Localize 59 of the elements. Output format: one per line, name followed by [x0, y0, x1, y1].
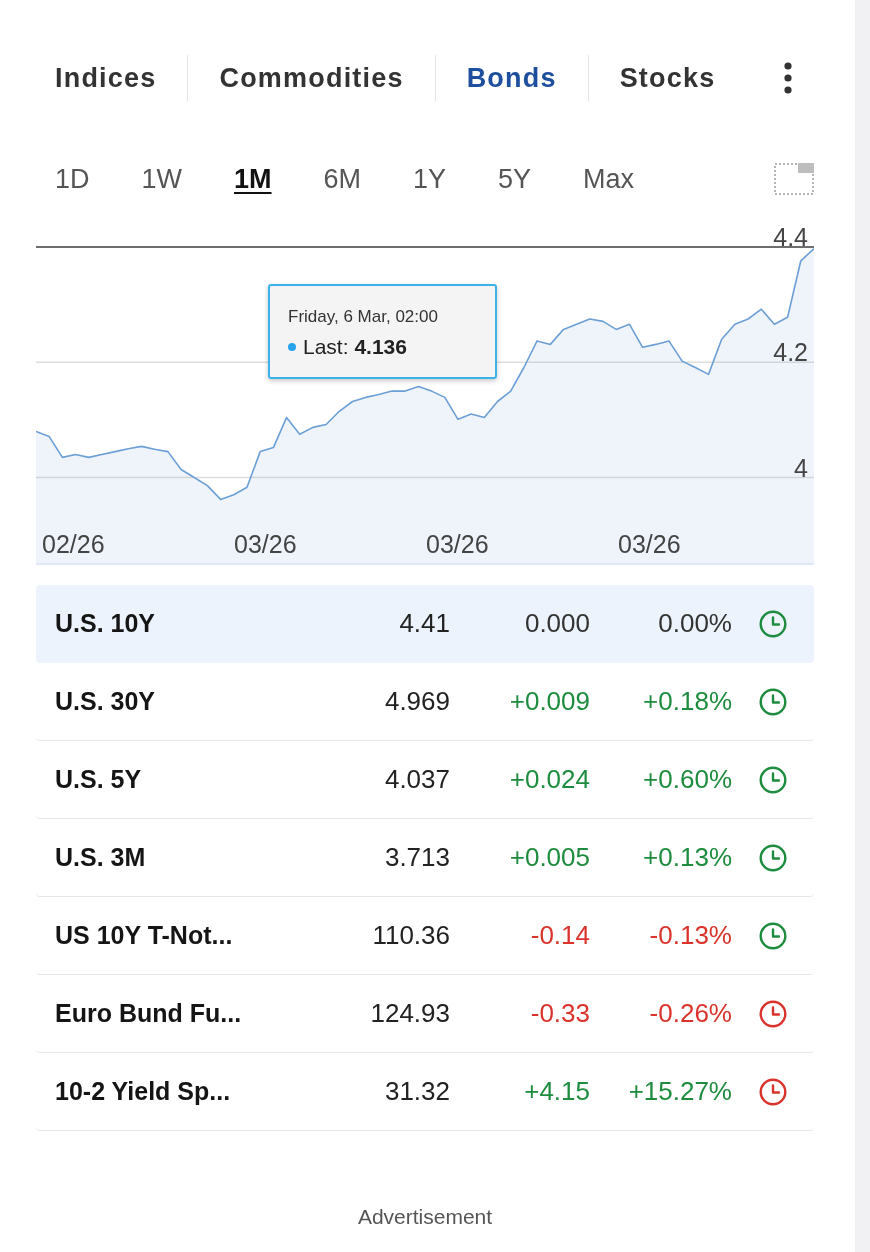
- category-tab[interactable]: Bonds: [466, 61, 557, 95]
- price-change: +0.005: [509, 842, 590, 873]
- category-tab[interactable]: Commodities: [219, 61, 404, 95]
- instrument-name: Euro Bund Fu...: [55, 999, 242, 1028]
- bond-row[interactable]: U.S. 5Y 4.037 +0.024 +0.60%: [36, 741, 814, 819]
- period-tab[interactable]: 1D: [55, 162, 90, 196]
- advertisement-label: Advertisement: [357, 1205, 493, 1228]
- instrument-name: U.S. 10Y: [55, 609, 156, 638]
- x-axis-label: 03/26: [234, 530, 297, 558]
- bond-row[interactable]: 10-2 Yield Sp... 31.32 +4.15 +15.27%: [36, 1053, 814, 1131]
- period-tab[interactable]: 1W: [141, 162, 182, 196]
- y-axis-label: 4.4: [773, 228, 808, 251]
- last-price: 110.36: [372, 920, 450, 951]
- category-tab[interactable]: Stocks: [619, 61, 716, 95]
- instrument-name: 10-2 Yield Sp...: [55, 1077, 231, 1106]
- price-change: -0.14: [530, 920, 590, 951]
- bond-row[interactable]: U.S. 10Y 4.41 0.000 0.00%: [36, 585, 814, 663]
- y-axis-label: 4: [794, 453, 808, 482]
- price-change: 0.000: [524, 608, 590, 639]
- percent-change: +15.27%: [628, 1076, 732, 1107]
- x-axis-label: 03/26: [618, 530, 681, 558]
- y-axis-label: 4.2: [773, 338, 808, 367]
- last-price: 124.93: [370, 998, 450, 1029]
- percent-change: 0.00%: [658, 608, 732, 639]
- bond-row[interactable]: U.S. 3M 3.713 +0.005 +0.13%: [36, 819, 814, 897]
- period-tab[interactable]: Max: [583, 162, 635, 196]
- percent-change: -0.13%: [649, 920, 732, 951]
- tooltip-value: Last: 4.136: [303, 334, 407, 360]
- last-price: 4.41: [399, 608, 450, 639]
- more-options-icon[interactable]: [783, 62, 793, 94]
- last-price: 4.037: [384, 764, 450, 795]
- price-change: +4.15: [524, 1076, 590, 1107]
- period-tab[interactable]: 1M: [234, 162, 272, 196]
- percent-change: +0.18%: [643, 686, 732, 717]
- category-tab[interactable]: Indices: [55, 61, 157, 95]
- price-change: +0.024: [509, 764, 590, 795]
- bond-row[interactable]: U.S. 30Y 4.969 +0.009 +0.18%: [36, 663, 814, 741]
- instrument-name: U.S. 5Y: [55, 765, 142, 794]
- last-price: 4.969: [384, 686, 450, 717]
- instrument-name: U.S. 3M: [55, 843, 146, 872]
- period-tab[interactable]: 1Y: [413, 162, 447, 196]
- price-change: +0.009: [509, 686, 590, 717]
- bond-row[interactable]: US 10Y T-Not... 110.36 -0.14 -0.13%: [36, 897, 814, 975]
- last-price: 3.713: [384, 842, 450, 873]
- x-axis-label: 03/26: [426, 530, 489, 558]
- percent-change: -0.26%: [649, 998, 732, 1029]
- series-dot-icon: [288, 343, 296, 351]
- tooltip-date: Friday, 6 Mar, 02:00: [288, 306, 439, 328]
- instrument-name: US 10Y T-Not...: [55, 921, 233, 950]
- dotted-frame-icon[interactable]: [774, 163, 814, 195]
- x-axis-label: 02/26: [42, 530, 105, 558]
- percent-change: +0.60%: [643, 764, 732, 795]
- last-price: 31.32: [384, 1076, 450, 1107]
- percent-change: +0.13%: [643, 842, 732, 873]
- period-tab[interactable]: 6M: [323, 162, 362, 196]
- price-change: -0.33: [530, 998, 590, 1029]
- bond-row[interactable]: Euro Bund Fu... 124.93 -0.33 -0.26%: [36, 975, 814, 1053]
- period-tab[interactable]: 5Y: [498, 162, 532, 196]
- instrument-name: U.S. 30Y: [55, 687, 156, 716]
